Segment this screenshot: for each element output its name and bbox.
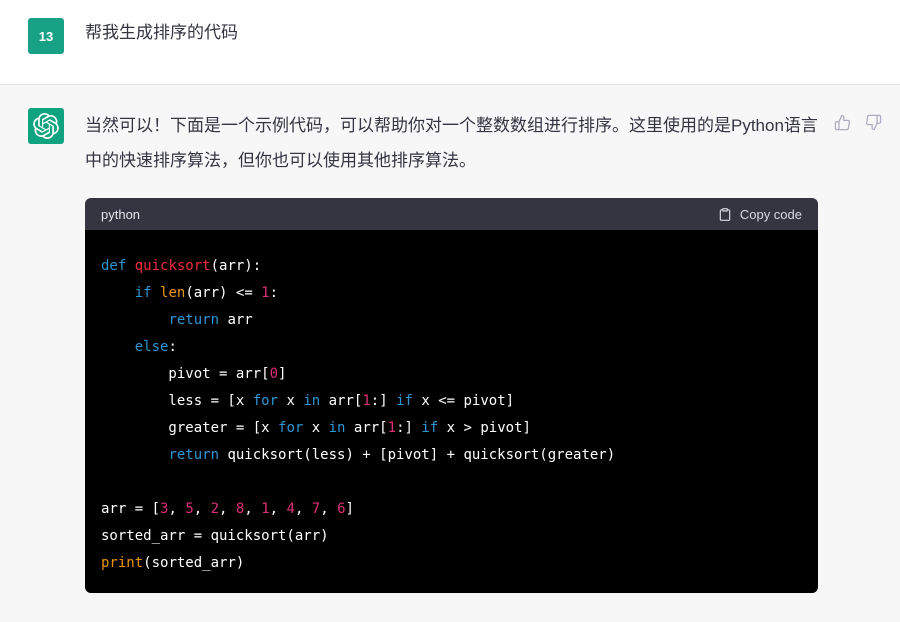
assistant-message-row: 当然可以！下面是一个示例代码，可以帮助你对一个整数数组进行排序。这里使用的是Py…: [0, 85, 900, 622]
user-message-row: 13 帮我生成排序的代码: [0, 0, 900, 85]
thumbs-down-icon: [865, 114, 882, 131]
thumbs-down-button[interactable]: [865, 114, 882, 131]
thumbs-up-button[interactable]: [834, 114, 851, 131]
code-block: python Copy code def quicksort(arr): if …: [85, 198, 818, 593]
code-block-header: python Copy code: [85, 198, 818, 230]
assistant-message-content: 当然可以！下面是一个示例代码，可以帮助你对一个整数数组进行排序。这里使用的是Py…: [85, 108, 818, 593]
chat-thread: 13 帮我生成排序的代码 当然可以！下面是一个示例代码，可以帮助你对一个整数数组…: [0, 0, 900, 622]
copy-code-label: Copy code: [740, 207, 802, 222]
copy-code-button[interactable]: Copy code: [718, 207, 802, 222]
code-language-label: python: [101, 207, 140, 222]
openai-logo-icon: [33, 113, 59, 139]
user-message-text: 帮我生成排序的代码: [85, 18, 238, 46]
assistant-message-text: 当然可以！下面是一个示例代码，可以帮助你对一个整数数组进行排序。这里使用的是Py…: [85, 108, 818, 178]
user-avatar: 13: [28, 18, 64, 54]
thumbs-up-icon: [834, 114, 851, 131]
clipboard-icon: [718, 207, 732, 222]
code-content[interactable]: def quicksort(arr): if len(arr) <= 1: re…: [85, 230, 818, 593]
assistant-avatar: [28, 108, 64, 144]
message-actions: [834, 108, 882, 131]
